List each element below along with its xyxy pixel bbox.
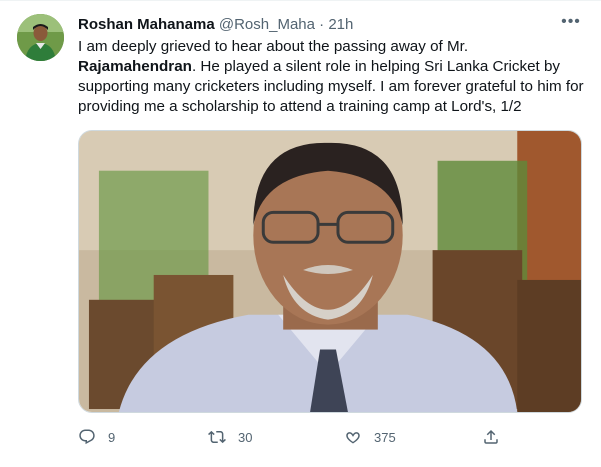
tweet-header: Roshan Mahanama @Rosh_Maha · 21h [78, 15, 581, 35]
tweet-text-part1: I am deeply grieved to hear about the pa… [78, 38, 469, 55]
heart-icon [346, 432, 360, 444]
reply-icon [79, 429, 95, 445]
tweet-actions: 9 30 375 [78, 425, 578, 449]
author-name[interactable]: Roshan Mahanama [78, 16, 215, 33]
tweet-media-photo[interactable] [78, 130, 582, 413]
tweet-text-bold-name: Rajamahendran [78, 58, 192, 75]
reply-count: 9 [108, 429, 116, 445]
tweet-text: I am deeply grieved to hear about the pa… [78, 37, 588, 117]
share-button[interactable] [482, 425, 500, 449]
like-button[interactable]: 375 [344, 425, 396, 449]
more-options-icon[interactable]: ••• [560, 14, 582, 35]
retweet-count: 30 [238, 429, 253, 445]
retweet-icon [208, 430, 226, 444]
tweet-card[interactable]: Roshan Mahanama @Rosh_Maha · 21h ••• I a… [0, 0, 601, 467]
reply-button[interactable]: 9 [78, 425, 115, 449]
separator-dot: · [319, 16, 325, 33]
share-icon [484, 429, 498, 444]
portrait-photo [79, 131, 581, 412]
author-handle[interactable]: @Rosh_Maha [219, 16, 315, 33]
avatar-photo [17, 14, 64, 61]
timestamp[interactable]: 21h [328, 16, 353, 33]
retweet-button[interactable]: 30 [208, 425, 252, 449]
avatar[interactable] [17, 14, 64, 61]
like-count: 375 [374, 429, 396, 445]
